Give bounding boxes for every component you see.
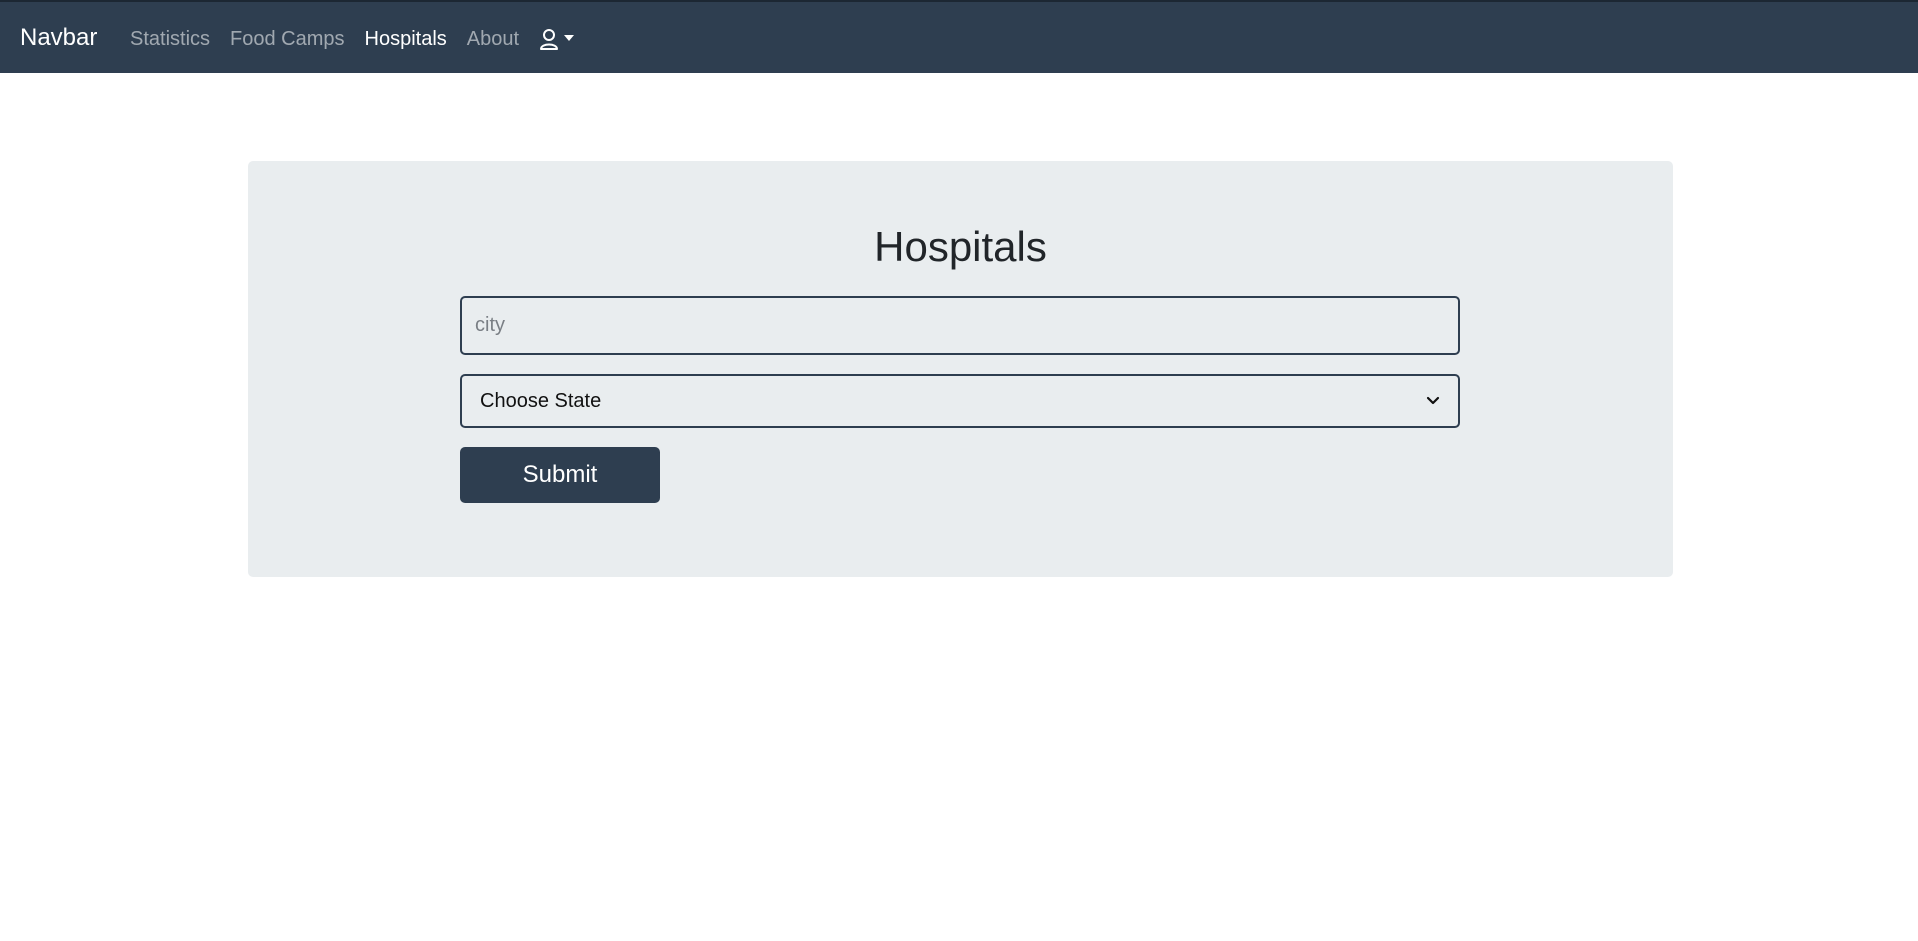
caret-down-icon xyxy=(564,35,575,41)
nav-link-food-camps[interactable]: Food Camps xyxy=(230,27,345,51)
nav-link-hospitals[interactable]: Hospitals xyxy=(365,27,447,51)
top-navbar: Navbar Statistics Food Camps Hospitals A… xyxy=(0,0,1918,73)
user-icon xyxy=(539,28,559,50)
nav-link-about[interactable]: About xyxy=(467,27,519,51)
nav-link-statistics[interactable]: Statistics xyxy=(130,27,210,51)
city-input[interactable] xyxy=(460,296,1460,355)
hospital-search-panel: Hospitals Choose State Submit xyxy=(248,161,1673,577)
chevron-down-icon xyxy=(1426,396,1440,406)
user-dropdown-toggle[interactable] xyxy=(539,28,575,50)
state-select[interactable]: Choose State xyxy=(460,374,1460,428)
navbar-brand[interactable]: Navbar xyxy=(20,24,97,52)
submit-button[interactable]: Submit xyxy=(460,447,660,503)
nav-links: Statistics Food Camps Hospitals About xyxy=(130,27,575,51)
state-select-value: Choose State xyxy=(480,389,602,412)
page-title: Hospitals xyxy=(874,223,1047,270)
